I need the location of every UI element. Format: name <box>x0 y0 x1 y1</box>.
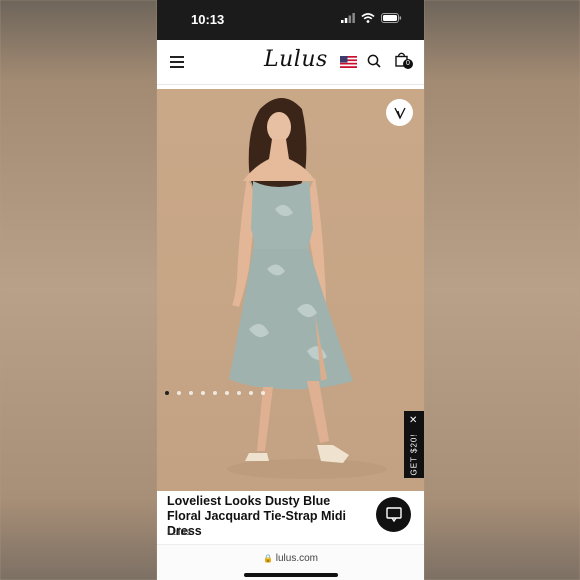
menu-icon[interactable] <box>170 56 184 68</box>
carousel-dot[interactable] <box>237 391 241 395</box>
promo-label[interactable]: GET $20! <box>410 424 419 475</box>
url-text[interactable]: 🔒 lulus.com <box>157 553 424 564</box>
carousel-dot[interactable] <box>165 391 169 395</box>
product-brand[interactable]: Lulus <box>167 527 191 538</box>
carousel-dot[interactable] <box>201 391 205 395</box>
us-flag-icon[interactable] <box>340 56 357 68</box>
chat-icon <box>385 507 402 522</box>
battery-icon <box>381 13 402 23</box>
phone-screen: 10:13 Lulus 0 ✕ GET $20! Loveliest Looks… <box>157 0 424 580</box>
carousel-dot[interactable] <box>177 391 181 395</box>
status-time: 10:13 <box>191 12 225 27</box>
heart-icon <box>393 107 406 119</box>
carousel-dot[interactable] <box>225 391 229 395</box>
status-bar: 10:13 <box>157 0 424 40</box>
promo-tab[interactable]: ✕ GET $20! <box>404 411 424 478</box>
home-indicator[interactable] <box>244 573 338 577</box>
browser-url-bar[interactable]: 🔒 lulus.com <box>157 544 424 580</box>
carousel-dot[interactable] <box>189 391 193 395</box>
status-icons <box>341 13 402 23</box>
wifi-icon <box>361 13 375 23</box>
wishlist-button[interactable] <box>386 99 413 126</box>
site-header: Lulus <box>157 40 424 85</box>
carousel-dot[interactable] <box>249 391 253 395</box>
signal-icon <box>341 13 355 23</box>
search-icon[interactable] <box>367 54 381 68</box>
blurred-background-right <box>424 0 580 580</box>
model-photo <box>227 98 387 479</box>
url-label: lulus.com <box>275 553 318 564</box>
product-image[interactable]: ✕ GET $20! <box>157 89 424 491</box>
lock-icon: 🔒 <box>263 554 273 563</box>
carousel-dot[interactable] <box>213 391 217 395</box>
blurred-background-left <box>0 0 157 580</box>
carousel-dots <box>165 391 265 395</box>
site-logo[interactable]: Lulus <box>264 47 328 72</box>
chat-button[interactable] <box>376 497 411 532</box>
cart-count-badge: 0 <box>403 59 413 69</box>
product-title: Loveliest Looks Dusty Blue Floral Jacqua… <box>167 494 346 538</box>
carousel-dot[interactable] <box>261 391 265 395</box>
